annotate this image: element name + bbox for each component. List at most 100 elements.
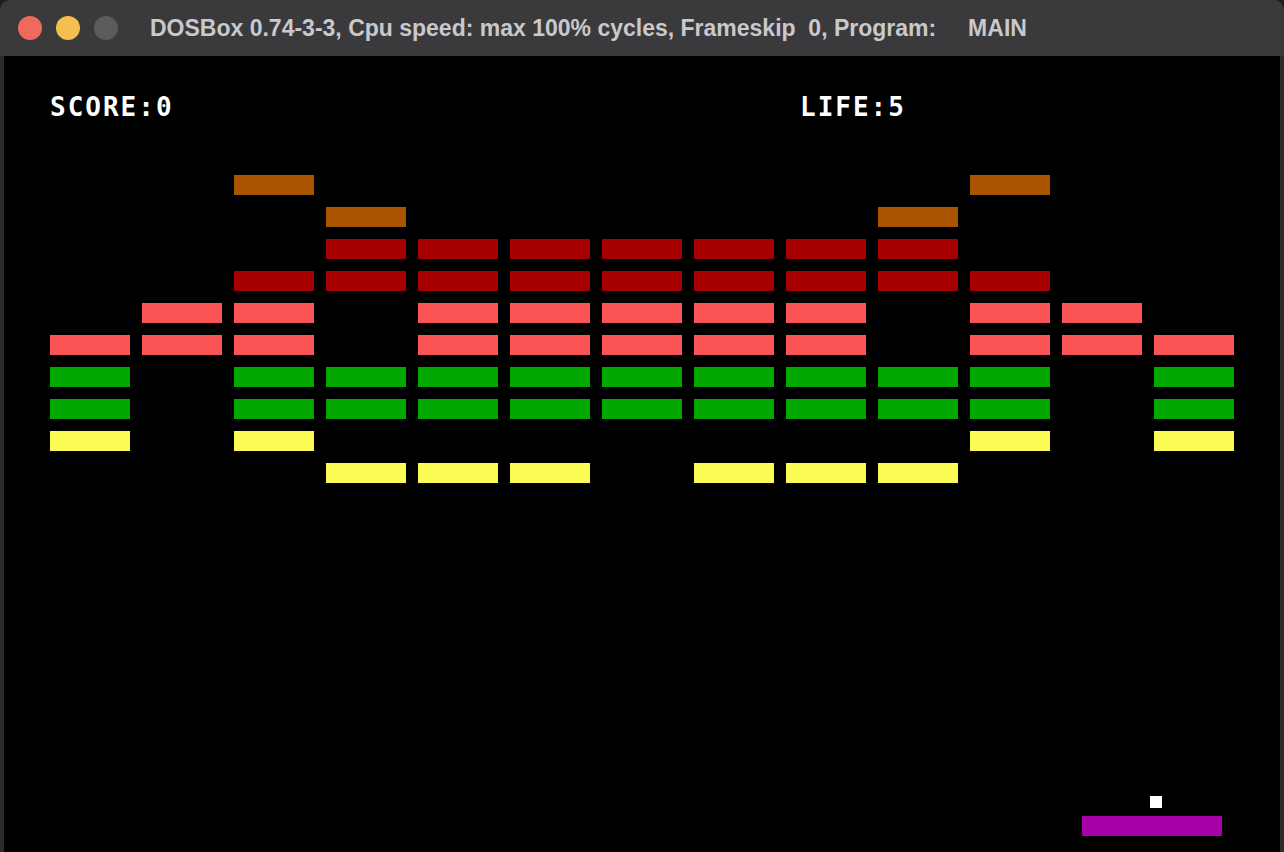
brick (602, 271, 682, 291)
brick (326, 463, 406, 483)
score: SCORE:0 (50, 92, 800, 122)
brick (602, 367, 682, 387)
brick (786, 367, 866, 387)
close-button[interactable] (18, 16, 42, 40)
brick (878, 463, 958, 483)
empty-slot (1062, 175, 1142, 195)
empty-slot (602, 175, 682, 195)
empty-slot (142, 431, 222, 451)
brick-wall (50, 175, 1280, 483)
brick (510, 399, 590, 419)
empty-slot (1154, 463, 1234, 483)
brick (50, 335, 130, 355)
empty-slot (142, 399, 222, 419)
empty-slot (786, 431, 866, 451)
zoom-button[interactable] (94, 16, 118, 40)
brick (1154, 431, 1234, 451)
empty-slot (50, 303, 130, 323)
empty-slot (970, 239, 1050, 259)
empty-slot (234, 239, 314, 259)
empty-slot (602, 431, 682, 451)
brick (326, 399, 406, 419)
brick (970, 335, 1050, 355)
brick (418, 239, 498, 259)
brick (786, 399, 866, 419)
empty-slot (142, 175, 222, 195)
empty-slot (1154, 303, 1234, 323)
brick (326, 367, 406, 387)
empty-slot (970, 463, 1050, 483)
brick (418, 303, 498, 323)
brick (234, 399, 314, 419)
brick (970, 399, 1050, 419)
brick (142, 335, 222, 355)
empty-slot (510, 207, 590, 227)
empty-slot (418, 175, 498, 195)
game-screen[interactable]: SCORE:0LIFE:5 (4, 56, 1280, 852)
brick (142, 303, 222, 323)
brick (878, 271, 958, 291)
brick (510, 239, 590, 259)
brick (878, 239, 958, 259)
empty-slot (602, 207, 682, 227)
empty-slot (326, 175, 406, 195)
brick (970, 303, 1050, 323)
brick (510, 463, 590, 483)
empty-slot (326, 303, 406, 323)
empty-slot (694, 431, 774, 451)
empty-slot (878, 175, 958, 195)
brick (786, 335, 866, 355)
empty-slot (1062, 207, 1142, 227)
empty-slot (786, 207, 866, 227)
dosbox-window: DOSBox 0.74-3-3, Cpu speed: max 100% cyc… (0, 0, 1284, 852)
paddle[interactable] (1082, 816, 1222, 836)
empty-slot (970, 207, 1050, 227)
brick (234, 175, 314, 195)
brick (694, 335, 774, 355)
empty-slot (694, 175, 774, 195)
brick (878, 399, 958, 419)
empty-slot (1154, 271, 1234, 291)
empty-slot (1154, 239, 1234, 259)
brick (694, 463, 774, 483)
brick (694, 271, 774, 291)
empty-slot (1154, 175, 1234, 195)
empty-slot (1062, 367, 1142, 387)
empty-slot (50, 271, 130, 291)
lives: LIFE:5 (800, 92, 906, 122)
brick (878, 207, 958, 227)
brick (326, 271, 406, 291)
brick (786, 271, 866, 291)
brick (602, 335, 682, 355)
minimize-button[interactable] (56, 16, 80, 40)
empty-slot (878, 431, 958, 451)
empty-slot (142, 207, 222, 227)
brick (1154, 367, 1234, 387)
brick (234, 431, 314, 451)
brick (510, 335, 590, 355)
empty-slot (50, 207, 130, 227)
empty-slot (1062, 271, 1142, 291)
empty-slot (142, 271, 222, 291)
empty-slot (786, 175, 866, 195)
brick (510, 271, 590, 291)
brick (602, 303, 682, 323)
brick (694, 367, 774, 387)
brick (786, 239, 866, 259)
brick (234, 271, 314, 291)
brick (326, 239, 406, 259)
empty-slot (1062, 239, 1142, 259)
empty-slot (326, 335, 406, 355)
title-bar: DOSBox 0.74-3-3, Cpu speed: max 100% cyc… (0, 0, 1284, 56)
brick (50, 367, 130, 387)
brick (510, 303, 590, 323)
empty-slot (142, 367, 222, 387)
brick (234, 367, 314, 387)
brick (234, 335, 314, 355)
brick (418, 271, 498, 291)
empty-slot (234, 463, 314, 483)
empty-slot (50, 463, 130, 483)
brick (510, 367, 590, 387)
brick (878, 367, 958, 387)
empty-slot (1062, 399, 1142, 419)
